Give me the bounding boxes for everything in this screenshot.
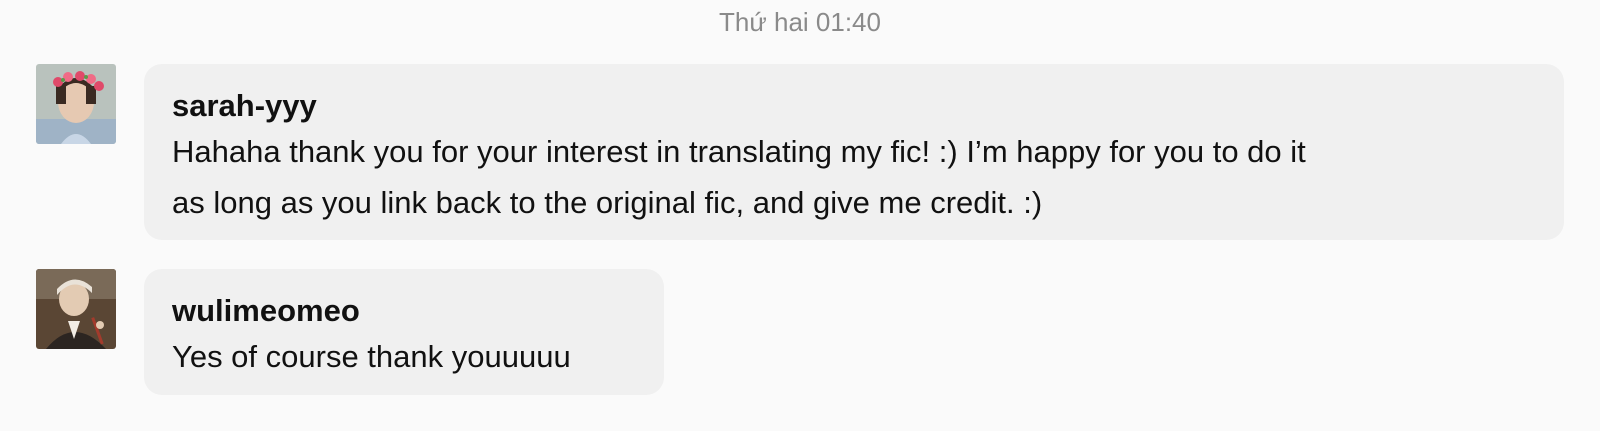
sender-name[interactable]: wulimeomeo (172, 291, 636, 331)
user-avatar-flower-crown-icon (36, 64, 116, 144)
sender-avatar[interactable] (36, 269, 116, 349)
date-separator: Thứ hai 01:40 (719, 7, 881, 37)
user-avatar-photo-icon (36, 269, 116, 349)
sender-avatar[interactable] (36, 64, 116, 144)
chat-thread: Thứ hai 01:40 sarah-yyy Hahaha thank you… (0, 0, 1600, 431)
message-bubble[interactable]: sarah-yyy Hahaha thank you for your inte… (144, 64, 1564, 240)
message-bubble[interactable]: wulimeomeo Yes of course thank youuuuu (144, 269, 664, 395)
message-text: Yes of course thank youuuuu (172, 339, 571, 374)
message-text: Hahaha thank you for your interest in tr… (172, 134, 1306, 220)
sender-name[interactable]: sarah-yyy (172, 86, 1536, 126)
